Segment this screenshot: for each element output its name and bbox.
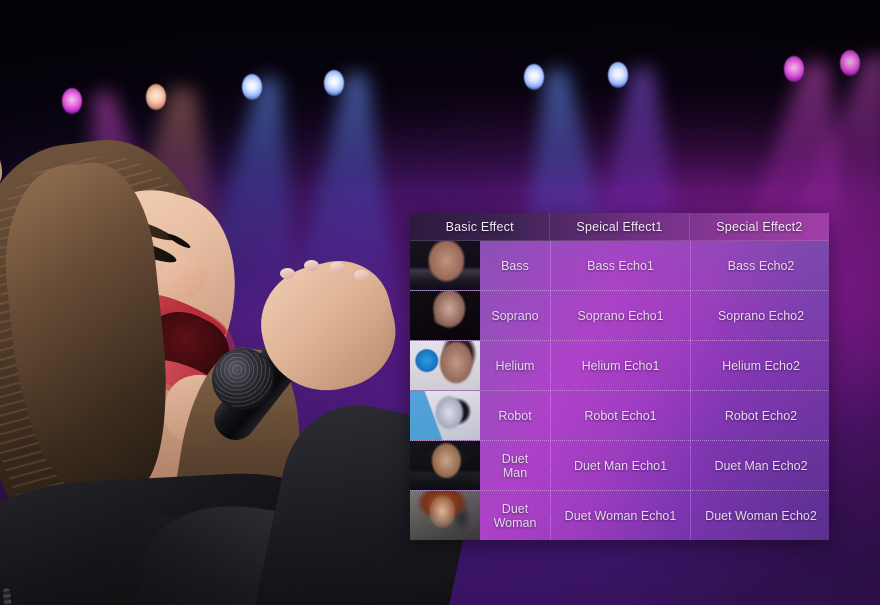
soprano-thumbnail[interactable] [410,291,480,340]
duet-man-thumbnail[interactable] [410,441,480,490]
column-header-special-effect-1[interactable]: Speical Effect1 [549,213,688,240]
cell-basic-effect[interactable]: Helium [480,341,550,390]
column-header-basic-effect[interactable]: Basic Effect [410,213,549,240]
cell-special-effect-1[interactable]: Bass Echo1 [550,241,690,290]
cell-basic-effect[interactable]: Bass [480,241,550,290]
cell-special-effect-1[interactable]: Helium Echo1 [550,341,690,390]
effects-table-header-row: Basic Effect Speical Effect1 Special Eff… [410,213,829,241]
cell-special-effect-1[interactable]: Duet Woman Echo1 [550,491,690,540]
cell-basic-effect[interactable]: Duet Man [480,441,550,490]
table-row[interactable]: Helium Helium Echo1 Helium Echo2 [410,341,829,391]
table-row[interactable]: Duet Man Duet Man Echo1 Duet Man Echo2 [410,441,829,491]
bass-thumbnail[interactable] [410,241,480,290]
cell-special-effect-2[interactable]: Robot Echo2 [690,391,831,440]
column-header-special-effect-2[interactable]: Special Effect2 [688,213,829,240]
cell-basic-effect[interactable]: Duet Woman [480,491,550,540]
table-row[interactable]: Duet Woman Duet Woman Echo1 Duet Woman E… [410,491,829,540]
stage-backdrop: Basic Effect Speical Effect1 Special Eff… [0,0,880,605]
cell-special-effect-1[interactable]: Duet Man Echo1 [550,441,690,490]
table-row[interactable]: Soprano Soprano Echo1 Soprano Echo2 [410,291,829,341]
cell-special-effect-2[interactable]: Duet Woman Echo2 [690,491,831,540]
cell-special-effect-2[interactable]: Bass Echo2 [690,241,831,290]
cell-basic-effect[interactable]: Robot [480,391,550,440]
effects-table-body: Bass Bass Echo1 Bass Echo2 Soprano Sopra… [410,241,829,540]
cell-special-effect-1[interactable]: Robot Echo1 [550,391,690,440]
duet-woman-thumbnail[interactable] [410,491,480,540]
cell-special-effect-2[interactable]: Duet Man Echo2 [690,441,831,490]
cell-special-effect-2[interactable]: Helium Echo2 [690,341,831,390]
helium-thumbnail[interactable] [410,341,480,390]
cell-special-effect-2[interactable]: Soprano Echo2 [690,291,831,340]
voice-effects-panel[interactable]: Basic Effect Speical Effect1 Special Eff… [410,213,829,540]
table-row[interactable]: Robot Robot Echo1 Robot Echo2 [410,391,829,441]
robot-thumbnail[interactable] [410,391,480,440]
cell-special-effect-1[interactable]: Soprano Echo1 [550,291,690,340]
table-row[interactable]: Bass Bass Echo1 Bass Echo2 [410,241,829,291]
cell-basic-effect[interactable]: Soprano [480,291,550,340]
